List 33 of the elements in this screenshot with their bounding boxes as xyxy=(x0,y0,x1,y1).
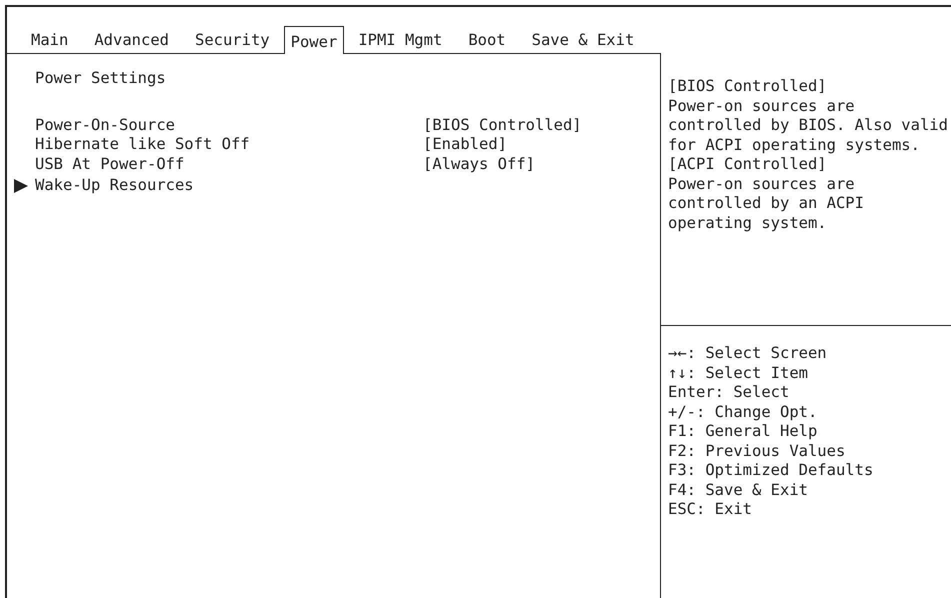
setting-label[interactable]: Hibernate like Soft Off xyxy=(35,135,423,154)
tab[interactable]: Security xyxy=(182,25,282,53)
help-text: controlled by BIOS. Also valid xyxy=(668,116,948,134)
tab[interactable]: Main xyxy=(19,25,80,53)
key-hint: ESC: Exit xyxy=(668,500,752,518)
help-text: Power-on sources are xyxy=(668,174,855,192)
tab[interactable]: Advanced xyxy=(82,25,181,53)
key-hint: →←: Select Screen xyxy=(668,344,827,362)
help-text: for ACPI operating systems. xyxy=(668,136,920,154)
help-text: [ACPI Controlled] xyxy=(668,155,827,173)
setting-value[interactable]: [Enabled] xyxy=(423,135,507,154)
section-title: Power Settings xyxy=(35,69,166,87)
key-hint: Enter: Select xyxy=(668,383,790,401)
tab[interactable]: Boot xyxy=(456,25,518,53)
tab[interactable]: Power xyxy=(284,26,344,54)
tab[interactable]: IPMI Mgmt xyxy=(346,25,454,53)
help-text: Power-on sources are xyxy=(668,96,855,114)
key-hint: F3: Optimized Defaults xyxy=(668,461,874,479)
setting-value[interactable]: [BIOS Controlled] xyxy=(423,116,582,135)
setting-value[interactable]: [Always Off] xyxy=(423,154,535,174)
arrow-right-icon xyxy=(13,178,29,194)
key-hint: F1: General Help xyxy=(668,422,818,440)
key-hint: F4: Save & Exit xyxy=(668,480,808,498)
key-hint: ↑↓: Select Item xyxy=(668,364,808,382)
tab[interactable]: Save & Exit xyxy=(520,25,646,53)
key-hint: +/-: Change Opt. xyxy=(668,402,818,420)
submenu-link[interactable]: Wake-Up Resources xyxy=(35,176,423,196)
key-hint: F2: Previous Values xyxy=(668,442,846,460)
help-text: [BIOS Controlled] xyxy=(668,77,827,95)
help-text: operating system. xyxy=(668,214,827,232)
setting-label[interactable]: Power-On-Source xyxy=(35,116,423,135)
help-text: controlled by an ACPI xyxy=(668,194,864,212)
setting-label[interactable]: USB At Power-Off xyxy=(35,154,423,174)
